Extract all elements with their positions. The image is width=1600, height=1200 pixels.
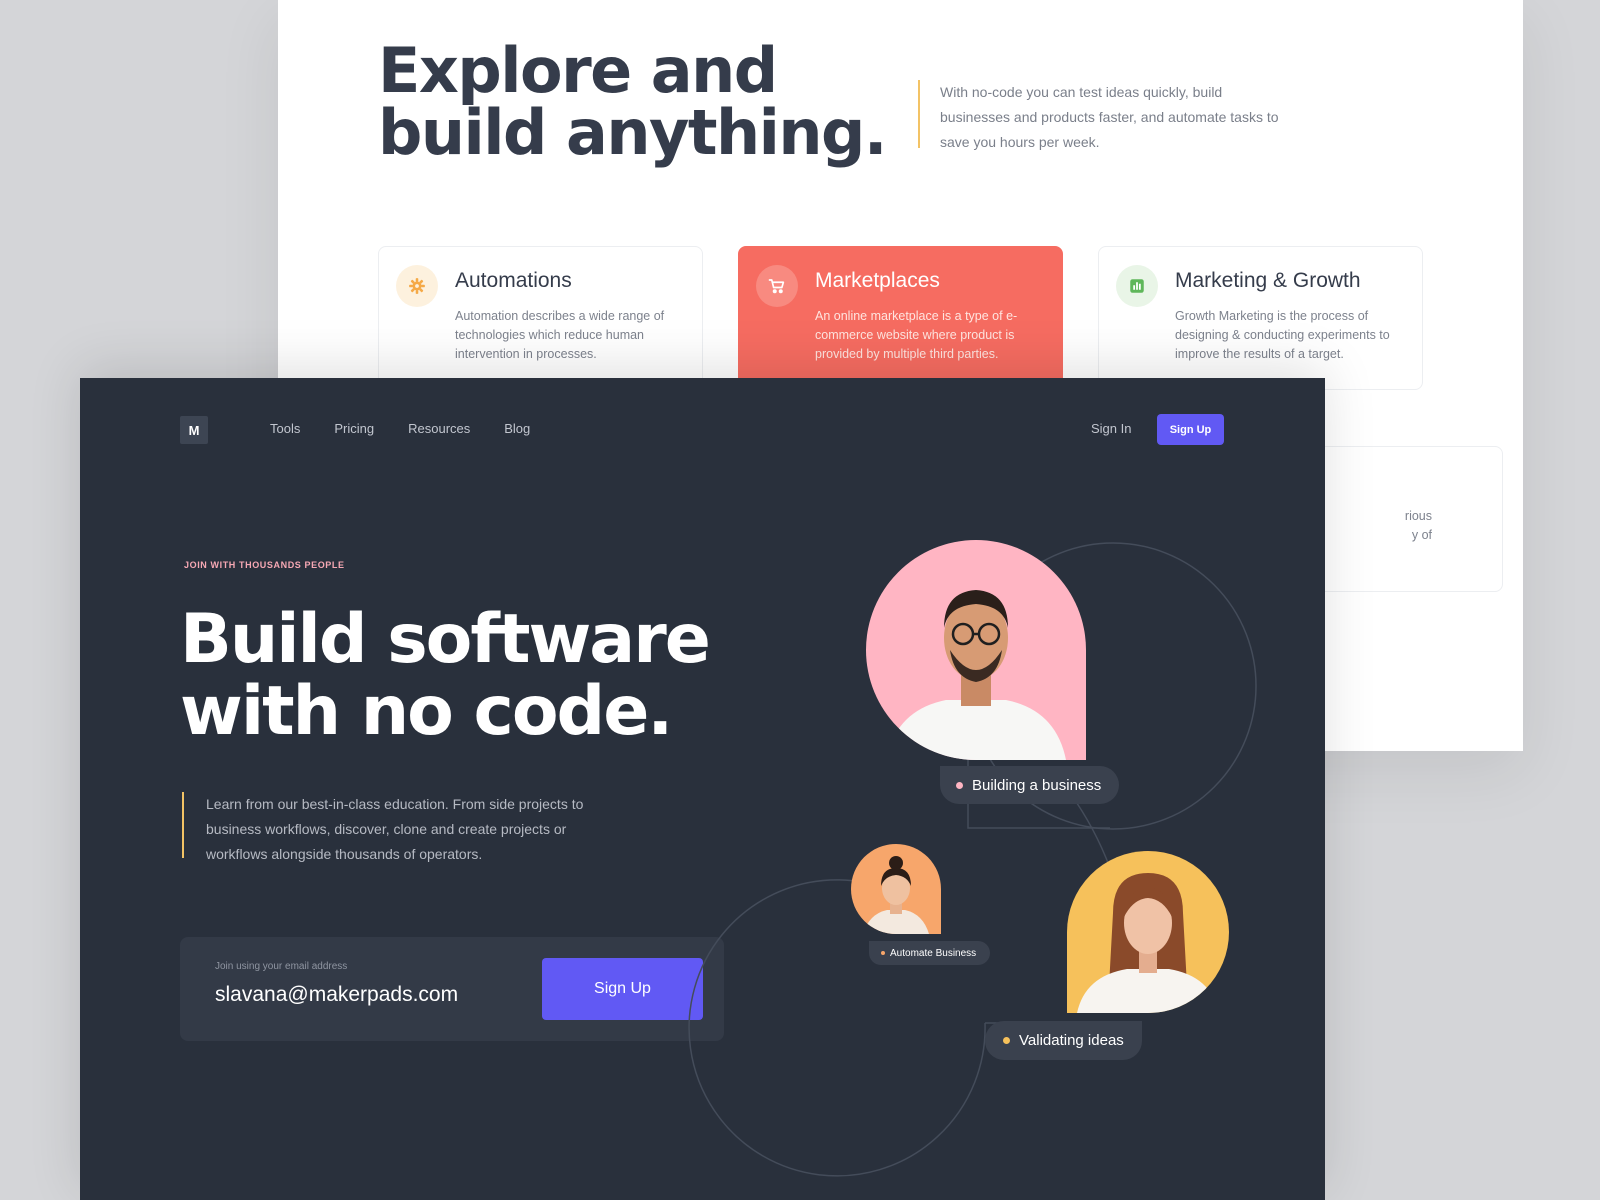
card-description: Growth Marketing is the process of desig… [1175,309,1390,361]
cart-icon [756,265,798,307]
chip-label: Validating ideas [1019,1032,1124,1049]
back-page-intro: With no-code you can test ideas quickly,… [918,80,1290,150]
card-automations[interactable]: Automations Automation describes a wide … [378,246,703,390]
card-partial[interactable]: rious y of [1296,446,1503,592]
card-marketplaces[interactable]: Marketplaces An online marketplace is a … [738,246,1063,390]
card-title: Marketing & Growth [1175,269,1361,292]
card-description: An online marketplace is a type of e-com… [815,309,1018,361]
chip-building-business: Building a business [940,766,1120,804]
partial-line-1: rious [1404,509,1432,523]
back-title-line-1: Explore and [378,34,778,107]
connector-lines [688,542,1257,1177]
avatar-man [866,540,1086,760]
status-dot [956,781,963,789]
chip-label: Automate Business [890,947,977,959]
chip-label: Building a business [972,776,1102,794]
avatar-woman-large [1067,851,1229,1013]
gear-icon [396,265,438,307]
front-page: M Tools Pricing Resources Blog Sign In S… [80,378,1325,1200]
chip-validating-ideas: Validating ideas [985,1021,1142,1060]
status-dot [1003,1037,1010,1044]
card-marketing-growth[interactable]: Marketing & Growth Growth Marketing is t… [1098,246,1423,390]
card-partial-text: rious y of [1405,507,1502,545]
back-title-line-2: build anything. [378,96,887,169]
status-dot [881,951,885,955]
card-title: Marketplaces [815,269,940,292]
avatar-woman-small [851,844,941,934]
partial-line-2: y of [1411,528,1432,542]
back-page-title: Explore and build anything. [378,34,887,169]
chip-automate-business: Automate Business [869,941,991,965]
card-description: Automation describes a wide range of tec… [455,309,665,361]
bar-chart-icon [1116,265,1158,307]
card-title: Automations [455,269,572,292]
